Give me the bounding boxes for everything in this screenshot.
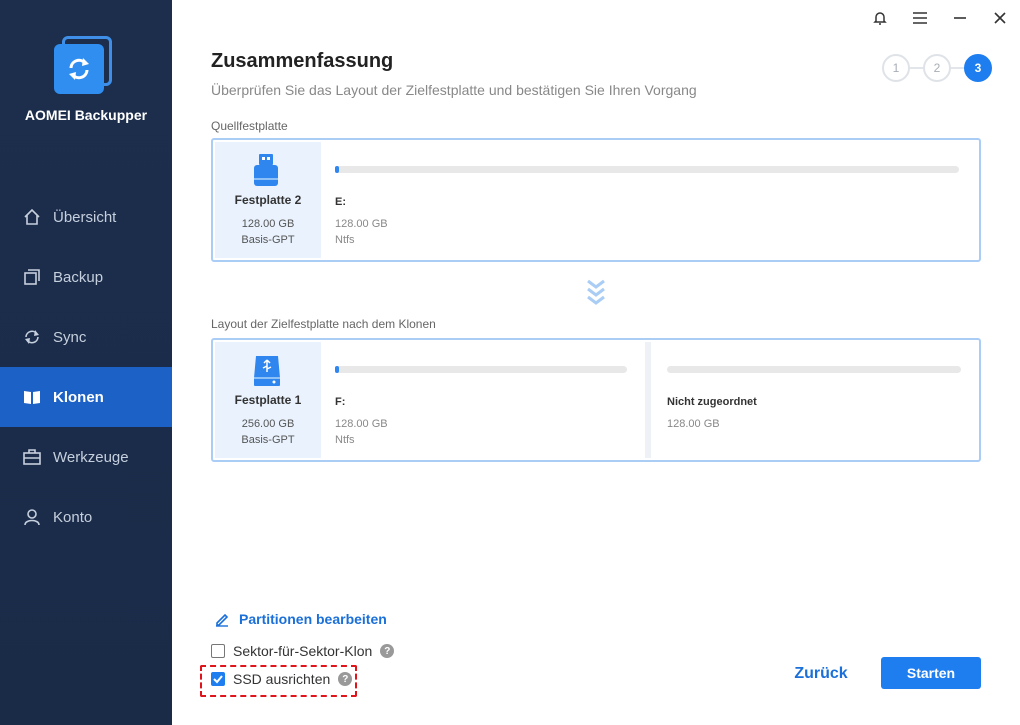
partition-usage-bar: [335, 366, 627, 373]
partition-letter: Nicht zugeordnet: [667, 396, 757, 408]
back-button[interactable]: Zurück: [788, 658, 854, 690]
partition-letter: E:: [335, 196, 346, 208]
menu-icon[interactable]: [907, 8, 933, 28]
partition-usage-bar: [667, 366, 961, 373]
partition-letter: F:: [335, 396, 346, 408]
backup-icon: [22, 267, 42, 287]
sector-clone-label: Sektor-für-Sektor-Klon: [233, 643, 373, 659]
annotation-highlight: [200, 665, 357, 697]
target-disk-name: Festplatte 1: [234, 393, 302, 407]
step-connector: [951, 67, 965, 69]
start-button[interactable]: Starten: [881, 657, 981, 689]
source-partition-e[interactable]: E: 128.00 GB Ntfs: [323, 142, 977, 258]
edit-partitions-link[interactable]: Partitionen bearbeiten: [214, 611, 387, 627]
close-icon[interactable]: [987, 8, 1013, 28]
bell-icon[interactable]: [867, 8, 893, 28]
sync-icon: [22, 327, 42, 347]
edit-partitions-label: Partitionen bearbeiten: [239, 611, 387, 627]
sidebar-item-uebersicht[interactable]: Übersicht: [0, 187, 172, 247]
partition-size: 128.00 GB: [335, 418, 388, 430]
source-disk-type: Basis-GPT: [241, 234, 295, 246]
partition-size: 128.00 GB: [335, 218, 388, 230]
clone-icon: [22, 387, 42, 407]
chevron-double-down-icon: [586, 278, 606, 308]
sidebar-item-label: Übersicht: [53, 208, 117, 226]
toolbox-icon: [22, 447, 42, 467]
source-disk-name: Festplatte 2: [234, 193, 302, 207]
sidebar-item-konto[interactable]: Konto: [0, 487, 172, 547]
target-disk-info: Festplatte 1 256.00 GB Basis-GPT: [215, 342, 321, 458]
sidebar-item-label: Klonen: [53, 388, 104, 406]
page-subtitle: Überprüfen Sie das Layout der Zielfestpl…: [211, 82, 697, 98]
step-2: 2: [923, 54, 951, 82]
step-connector: [910, 67, 924, 69]
sidebar-item-backup[interactable]: Backup: [0, 247, 172, 307]
help-icon[interactable]: ?: [380, 644, 395, 658]
partition-usage-fill: [335, 366, 339, 373]
sector-clone-option: Sektor-für-Sektor-Klon ?: [211, 643, 395, 659]
sidebar-item-sync[interactable]: Sync: [0, 307, 172, 367]
partition-usage-bar: [335, 166, 959, 173]
home-icon: [22, 207, 42, 227]
pencil-icon: [214, 611, 230, 627]
partition-filesystem: Ntfs: [335, 234, 355, 246]
step-1: 1: [882, 54, 910, 82]
source-disk-size: 128.00 GB: [241, 218, 295, 230]
sidebar-item-label: Backup: [53, 268, 104, 286]
target-disk-size: 256.00 GB: [241, 418, 295, 430]
sidebar-item-label: Werkzeuge: [53, 448, 129, 466]
target-partition-unallocated[interactable]: Nicht zugeordnet 128.00 GB: [651, 342, 977, 458]
sidebar-item-werkzeuge[interactable]: Werkzeuge: [0, 427, 172, 487]
partition-filesystem: Ntfs: [335, 434, 355, 446]
target-partition-f[interactable]: F: 128.00 GB Ntfs: [323, 342, 645, 458]
sidebar-item-klonen[interactable]: Klonen: [0, 367, 172, 427]
step-indicator: 1 2 3: [882, 54, 992, 82]
page-title: Zusammenfassung: [211, 50, 394, 72]
minimize-icon[interactable]: [947, 8, 973, 28]
source-disk-info: Festplatte 2 128.00 GB Basis-GPT: [215, 142, 321, 258]
target-disk-type: Basis-GPT: [241, 434, 295, 446]
user-icon: [22, 507, 42, 527]
source-section-label: Quellfestplatte: [211, 119, 288, 133]
target-section-label: Layout der Zielfestplatte nach dem Klone…: [211, 317, 436, 331]
sidebar-nav: Übersicht Backup Sync Klonen Werkzeuge K…: [0, 187, 172, 547]
partition-size: 128.00 GB: [667, 418, 720, 430]
source-disk-card[interactable]: Festplatte 2 128.00 GB Basis-GPT E: 128.…: [211, 138, 981, 262]
sidebar-item-label: Konto: [53, 508, 93, 526]
partition-usage-fill: [335, 166, 339, 173]
sector-clone-checkbox[interactable]: [211, 644, 225, 658]
usb-drive-icon: [252, 154, 280, 186]
target-disk-card[interactable]: Festplatte 1 256.00 GB Basis-GPT F: 128.…: [211, 338, 981, 462]
sidebar: AOMEI Backupper Übersicht Backup Sync Kl…: [0, 0, 172, 725]
app-logo-icon: [54, 36, 114, 96]
step-3: 3: [964, 54, 992, 82]
usb-disk-icon: [252, 354, 280, 386]
sidebar-item-label: Sync: [53, 328, 87, 346]
app-name: AOMEI Backupper: [24, 107, 148, 123]
